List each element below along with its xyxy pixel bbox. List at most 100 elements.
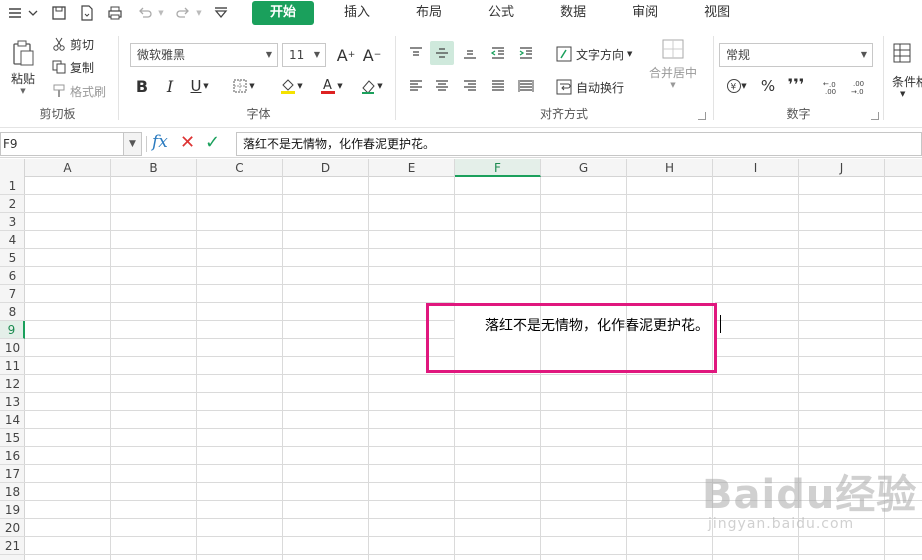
confirm-icon[interactable]: ✓ xyxy=(205,132,220,153)
column-header-e[interactable]: E xyxy=(369,159,455,177)
name-box[interactable]: F9 ▼ xyxy=(0,132,142,156)
increase-font-size-icon[interactable]: A + xyxy=(334,43,358,67)
chevron-down-icon[interactable]: ▼ xyxy=(123,133,141,155)
tab-layout[interactable]: 布局 xyxy=(400,1,458,25)
row-header-4[interactable]: 4 xyxy=(0,231,25,249)
fill-color-dropdown-icon[interactable]: ▼ xyxy=(294,74,306,98)
distributed-align-icon[interactable] xyxy=(514,74,538,98)
text-cursor xyxy=(720,315,721,333)
row-header-18[interactable]: 18 xyxy=(0,483,25,501)
row-header-21[interactable]: 21 xyxy=(0,537,25,555)
text-direction-button[interactable]: 文字方向 ▼ xyxy=(556,44,632,64)
format-painter-icon xyxy=(53,84,65,97)
row-header-20[interactable]: 20 xyxy=(0,519,25,537)
underline-dropdown-icon[interactable]: ▼ xyxy=(200,74,212,98)
conditional-format-button[interactable]: 条件格 ▼ xyxy=(892,42,922,98)
tab-review[interactable]: 审阅 xyxy=(616,1,674,25)
row-header-17[interactable]: 17 xyxy=(0,465,25,483)
font-name-select[interactable]: 微软雅黑 ▼ xyxy=(130,43,278,67)
row-header-1[interactable]: 1 xyxy=(0,177,25,195)
hamburger-menu-icon[interactable] xyxy=(4,2,26,24)
row-header-16[interactable]: 16 xyxy=(0,447,25,465)
font-size-select[interactable]: 11 ▼ xyxy=(282,43,326,67)
redo-dropdown-icon[interactable]: ▼ xyxy=(194,2,204,24)
formula-input[interactable]: 落红不是无情物，化作春泥更护花。 xyxy=(236,132,922,156)
cut-button[interactable]: 剪切 xyxy=(52,34,94,54)
decrease-font-size-icon[interactable]: A − xyxy=(360,43,384,67)
row-header-7[interactable]: 7 xyxy=(0,285,25,303)
align-bottom-icon[interactable] xyxy=(458,41,482,65)
tab-insert[interactable]: 插入 xyxy=(328,1,386,25)
row-header-11[interactable]: 11 xyxy=(0,357,25,375)
justify-icon[interactable] xyxy=(486,74,510,98)
font-color-dropdown-icon[interactable]: ▼ xyxy=(334,74,346,98)
wrap-text-icon xyxy=(556,79,572,95)
row-header-2[interactable]: 2 xyxy=(0,195,25,213)
column-header-f[interactable]: F xyxy=(455,159,541,177)
row-header-6[interactable]: 6 xyxy=(0,267,25,285)
row-header-13[interactable]: 13 xyxy=(0,393,25,411)
increase-decimal-icon[interactable]: ← .0.00 xyxy=(820,74,844,98)
insert-function-icon[interactable]: fx xyxy=(152,132,168,152)
borders-dropdown-icon[interactable]: ▼ xyxy=(246,74,258,98)
svg-text:¥: ¥ xyxy=(731,83,737,93)
save-icon[interactable] xyxy=(48,2,70,24)
thousands-separator-icon[interactable]: ❜❜❜ xyxy=(784,72,808,96)
align-middle-icon[interactable] xyxy=(430,41,454,65)
row-header-10[interactable]: 10 xyxy=(0,339,25,357)
row-header-12[interactable]: 12 xyxy=(0,375,25,393)
merge-center-button[interactable]: 合并居中 ▼ xyxy=(648,38,698,89)
paste-dropdown-icon[interactable]: ▼ xyxy=(6,87,40,95)
italic-icon[interactable]: I xyxy=(158,74,182,98)
copy-button[interactable]: 复制 xyxy=(52,57,94,77)
align-top-icon[interactable] xyxy=(404,41,428,65)
customize-toolbar-icon[interactable] xyxy=(210,2,232,24)
chevron-down-icon[interactable] xyxy=(26,2,40,24)
tab-home[interactable]: 开始 xyxy=(252,1,315,25)
column-header-d[interactable]: D xyxy=(283,159,369,177)
row-header-5[interactable]: 5 xyxy=(0,249,25,267)
bold-icon[interactable]: B xyxy=(130,74,154,98)
column-header-c[interactable]: C xyxy=(197,159,283,177)
tab-data[interactable]: 数据 xyxy=(544,1,602,25)
row-header-15[interactable]: 15 xyxy=(0,429,25,447)
export-pdf-icon[interactable] xyxy=(76,2,98,24)
redo-icon[interactable] xyxy=(172,2,194,24)
tab-formulas[interactable]: 公式 xyxy=(472,1,530,25)
select-all-corner[interactable] xyxy=(0,159,25,177)
row-header-9[interactable]: 9 xyxy=(0,321,25,339)
decrease-decimal-icon[interactable]: .00 →.0 xyxy=(848,74,872,98)
wrap-text-button[interactable]: 自动换行 xyxy=(556,77,624,97)
column-header-b[interactable]: B xyxy=(111,159,197,177)
row-header-8[interactable]: 8 xyxy=(0,303,25,321)
row-header-3[interactable]: 3 xyxy=(0,213,25,231)
text-direction-label: 文字方向 xyxy=(576,47,625,62)
increase-indent-icon[interactable] xyxy=(514,41,538,65)
format-painter-button[interactable]: 格式刷 xyxy=(52,81,106,101)
column-header-j[interactable]: J xyxy=(799,159,885,177)
clear-format-dropdown-icon[interactable]: ▼ xyxy=(374,74,386,98)
number-format-select[interactable]: 常规 ▼ xyxy=(719,43,873,67)
column-header-i[interactable]: I xyxy=(713,159,799,177)
print-icon[interactable] xyxy=(104,2,126,24)
row-header-19[interactable]: 19 xyxy=(0,501,25,519)
grid-line xyxy=(196,177,197,560)
currency-dropdown-icon[interactable]: ▼ xyxy=(738,74,750,98)
divider xyxy=(146,136,147,152)
row-header-14[interactable]: 14 xyxy=(0,411,25,429)
cancel-icon[interactable]: ✕ xyxy=(180,132,195,153)
undo-dropdown-icon[interactable]: ▼ xyxy=(156,2,166,24)
align-right-icon[interactable] xyxy=(458,74,482,98)
column-header-g[interactable]: G xyxy=(541,159,627,177)
percent-icon[interactable]: % xyxy=(756,74,780,98)
column-header-h[interactable]: H xyxy=(627,159,713,177)
align-left-icon[interactable] xyxy=(404,74,428,98)
tab-view[interactable]: 视图 xyxy=(688,1,746,25)
paste-button[interactable]: 粘贴 ▼ xyxy=(6,40,40,100)
column-header-a[interactable]: A xyxy=(25,159,111,177)
grid-line xyxy=(25,284,922,285)
decrease-indent-icon[interactable] xyxy=(486,41,510,65)
undo-icon[interactable] xyxy=(134,2,156,24)
clipboard-group-label: 剪切板 xyxy=(39,107,76,121)
align-center-icon[interactable] xyxy=(430,74,454,98)
